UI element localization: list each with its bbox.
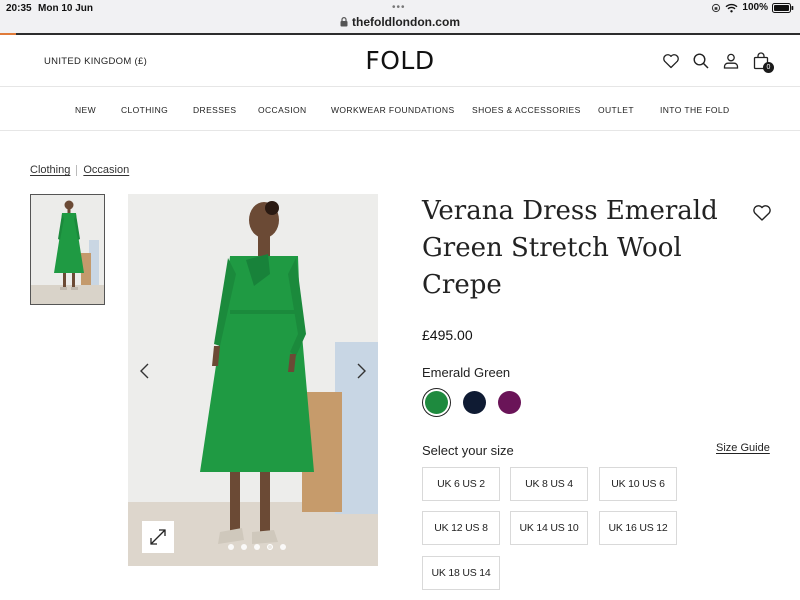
nav-item-new[interactable]: NEW (75, 105, 96, 115)
carousel-dots (228, 544, 286, 550)
swatch-plum[interactable] (498, 391, 521, 414)
bag-count-badge: 0 (763, 62, 774, 73)
wifi-icon (725, 3, 738, 12)
chevron-left-icon[interactable] (138, 362, 152, 380)
breadcrumb: Clothing Occasion (30, 164, 129, 176)
lock-icon (340, 17, 348, 27)
carousel-dot[interactable] (228, 544, 234, 550)
breadcrumb-separator (76, 164, 78, 176)
header-actions: 0 (662, 52, 774, 73)
color-swatches (422, 388, 521, 417)
address-bar[interactable]: thefoldlondon.com (340, 15, 470, 29)
product-photo (128, 194, 378, 566)
carousel-dot[interactable] (267, 544, 273, 550)
main-nav: NEW CLOTHING DRESSES OCCASION WORKWEAR F… (0, 88, 800, 131)
carousel-dot[interactable] (280, 544, 286, 550)
nav-item-outlet[interactable]: OUTLET (598, 105, 634, 115)
multitask-dots-icon[interactable]: ••• (392, 2, 406, 13)
bag-button[interactable]: 0 (752, 52, 774, 73)
breadcrumb-occasion[interactable]: Occasion (83, 164, 129, 176)
size-uk12[interactable]: UK 12 US 8 (422, 511, 500, 545)
nav-item-shoes-accessories[interactable]: SHOES & ACCESSORIES (472, 105, 581, 115)
product-title: Verana Dress Emerald Green Stretch Wool … (422, 193, 722, 304)
search-icon[interactable] (692, 52, 710, 70)
nav-item-clothing[interactable]: CLOTHING (121, 105, 168, 115)
address-url: thefoldlondon.com (352, 15, 460, 29)
nav-item-occasion[interactable]: OCCASION (258, 105, 307, 115)
fullscreen-button[interactable] (142, 521, 174, 553)
size-uk10[interactable]: UK 10 US 6 (599, 467, 677, 501)
nav-item-dresses[interactable]: DRESSES (193, 105, 236, 115)
size-guide-link[interactable]: Size Guide (716, 442, 770, 454)
add-to-wishlist-heart-icon[interactable] (752, 204, 772, 222)
thumbnail-photo (31, 195, 104, 304)
battery-icon (772, 2, 794, 13)
thumbnail-image[interactable] (30, 194, 105, 305)
carousel-dot[interactable] (254, 544, 260, 550)
size-label: Select your size (422, 443, 514, 458)
selected-color-name: Emerald Green (422, 365, 511, 380)
carousel-dot[interactable] (241, 544, 247, 550)
wishlist-heart-icon[interactable] (662, 52, 680, 70)
orientation-lock-icon (712, 3, 721, 12)
size-uk16[interactable]: UK 16 US 12 (599, 511, 677, 545)
breadcrumb-clothing[interactable]: Clothing (30, 164, 70, 176)
size-uk14[interactable]: UK 14 US 10 (510, 511, 588, 545)
svg-text:FOLD: FOLD (365, 46, 434, 74)
status-bar: 20:35 Mon 10 Jun ••• thefoldlondon.com 1… (0, 0, 800, 35)
product-title-line-1: Verana Dress Emerald (422, 196, 718, 226)
fold-logo[interactable]: FOLD (358, 46, 442, 74)
chevron-right-icon[interactable] (354, 362, 368, 380)
size-uk8[interactable]: UK 8 US 4 (510, 467, 588, 501)
status-time: 20:35 (6, 3, 32, 14)
product-title-line-3: Crepe (422, 270, 502, 300)
product-title-line-2: Green Stretch Wool (422, 233, 682, 263)
region-selector[interactable]: UNITED KINGDOM (£) (44, 56, 147, 67)
nav-item-workwear-foundations[interactable]: WORKWEAR FOUNDATIONS (331, 105, 455, 115)
nav-item-into-the-fold[interactable]: INTO THE FOLD (660, 105, 730, 115)
battery-percent: 100% (742, 2, 768, 13)
status-date: Mon 10 Jun (38, 3, 94, 14)
size-uk6[interactable]: UK 6 US 2 (422, 467, 500, 501)
swatch-emerald-green[interactable] (425, 391, 448, 414)
site-header: UNITED KINGDOM (£) FOLD 0 (0, 35, 800, 87)
expand-icon (150, 529, 166, 545)
product-image[interactable] (128, 194, 378, 566)
status-indicators: 100% (711, 2, 794, 13)
account-icon[interactable] (722, 52, 740, 70)
size-uk18[interactable]: UK 18 US 14 (422, 556, 500, 590)
swatch-navy[interactable] (463, 391, 486, 414)
product-price: £495.00 (422, 327, 473, 343)
